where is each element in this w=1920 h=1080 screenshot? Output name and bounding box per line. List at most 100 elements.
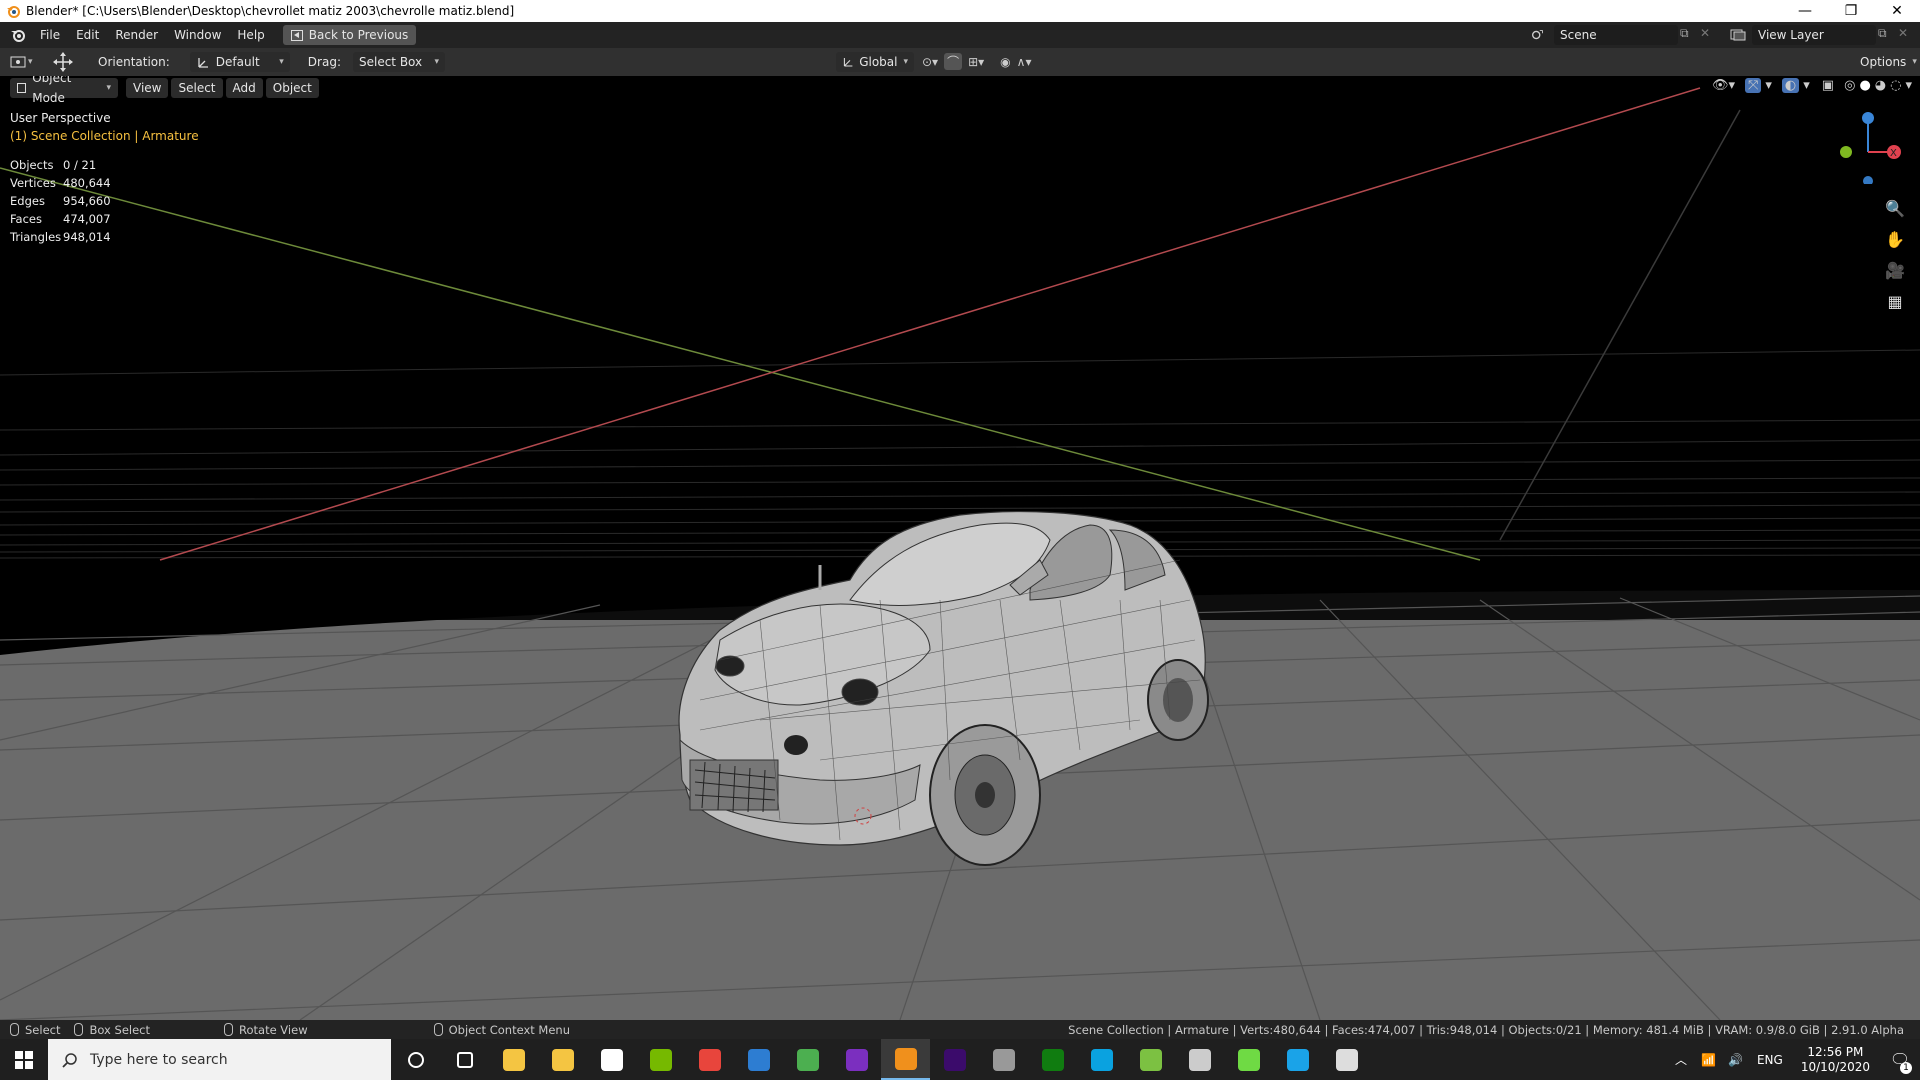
x-axis-line [159,87,1701,561]
viewport-menu-select[interactable]: Select [171,78,223,98]
view-layer-new-icon[interactable]: ⧉ [1878,26,1887,41]
perspective-grid-icon[interactable]: ▦ [1882,286,1908,317]
upwork-icon[interactable] [1224,1039,1273,1080]
solid-shading-icon[interactable]: ● [1859,78,1870,93]
scene-browse-icon[interactable] [1524,25,1546,45]
drag-mouse-icon [74,1023,84,1036]
back-to-previous-button[interactable]: Back to Previous [282,25,417,45]
rendered-shading-icon[interactable]: ◌ [1890,78,1901,93]
overlay-dropdown-icon[interactable]: ▾ [1803,78,1810,93]
system-tray: ︿ 📶 🔊 ENG 12:56 PM 10/10/2020 🗨 1 [1667,1039,1920,1080]
blender-menu-icon[interactable] [10,27,26,43]
pan-hand-icon[interactable]: ✋ [1882,224,1908,255]
viewport-menu-add[interactable]: Add [225,78,263,98]
game-icon[interactable] [979,1039,1028,1080]
navigation-gizmo[interactable]: X [1836,108,1908,184]
photos-icon[interactable] [783,1039,832,1080]
search-placeholder: Type here to search [90,1051,228,1068]
menu-edit[interactable]: Edit [68,24,107,46]
gizmo-toggle-icon[interactable]: ⤧ [1744,78,1762,93]
viewport-scene [0,87,1920,1020]
active-collection: (1) Scene Collection | Armature [10,129,199,143]
cortana-icon[interactable] [391,1039,440,1080]
volume-icon[interactable]: 🔊 [1722,1053,1749,1067]
purple-app-icon[interactable] [832,1039,881,1080]
scene-selector[interactable]: Scene [1554,25,1678,45]
falloff-icon[interactable]: ∧▾ [1017,55,1032,69]
zoom-icon[interactable]: 🔍 [1882,193,1908,224]
orientation-dropdown[interactable]: Default ▾ [189,52,290,72]
xbox-icon[interactable] [1028,1039,1077,1080]
window-title-bar: Blender* [C:\Users\Blender\Desktop\chevr… [0,0,1920,22]
epic-games-icon[interactable] [1322,1039,1371,1080]
back-to-previous-label: Back to Previous [308,28,409,42]
drag-dropdown[interactable]: Select Box ▾ [352,52,445,72]
y-axis-icon[interactable] [1840,146,1852,158]
start-button[interactable] [0,1039,48,1080]
options-dropdown[interactable]: Options ▾ [1854,52,1917,72]
edge-icon[interactable] [1273,1039,1322,1080]
store-icon[interactable] [538,1039,587,1080]
y-axis-line [0,167,1481,561]
visibility-icon[interactable]: 👁▾ [1712,78,1735,93]
mail-icon[interactable] [587,1039,636,1080]
material-shading-icon[interactable]: ◕ [1875,78,1886,93]
notification-center-button[interactable]: 🗨 1 [1880,1039,1920,1080]
nvidia-icon[interactable] [636,1039,685,1080]
menu-render[interactable]: Render [107,24,166,46]
view-layer-selector[interactable]: View Layer [1752,25,1876,45]
gizmo-dropdown-icon[interactable]: ▾ [1765,78,1772,93]
proportional-edit-icon[interactable]: ◉ [1000,55,1010,69]
premiere-icon[interactable] [930,1039,979,1080]
windows-logo-icon [15,1050,33,1069]
3d-viewport[interactable]: Object Mode ▾ View Select Add Object 👁▾ … [0,76,1920,1020]
taskbar-clock[interactable]: 12:56 PM 10/10/2020 [1791,1045,1880,1075]
snap-icon[interactable]: ⌒ [944,53,963,70]
mode-dropdown[interactable]: Object Mode ▾ [10,76,118,105]
minimize-button[interactable]: — [1782,0,1828,22]
task-view-icon[interactable] [440,1039,489,1080]
snap-target-icon[interactable]: ⊞▾ [968,55,984,69]
scene-new-icon[interactable]: ⧉ [1680,26,1689,41]
menu-help[interactable]: Help [229,24,272,46]
wireframe-shading-icon[interactable]: ◎ [1844,78,1855,93]
camera-view-icon[interactable]: 🎥 [1882,255,1908,286]
calculator-icon[interactable] [1175,1039,1224,1080]
viewport-menu-view[interactable]: View [126,78,169,98]
chrome-icon[interactable] [685,1039,734,1080]
close-button[interactable]: ✕ [1874,0,1920,22]
move-tool-icon[interactable] [52,51,74,73]
green-app-icon[interactable] [1126,1039,1175,1080]
taskbar-search-box[interactable]: Type here to search [48,1039,391,1080]
pivot-point-icon[interactable]: ⊙▾ [922,55,938,69]
shading-dropdown-icon[interactable]: ▾ [1905,78,1912,93]
viewport-menu-object[interactable]: Object [265,78,319,98]
scene-close-icon[interactable]: ✕ [1700,26,1710,40]
status-box-select-hint: Box Select [74,1023,150,1037]
editor-type-selector[interactable]: ▾ [10,55,40,69]
stat-row: Vertices 480,644 [10,176,111,190]
menu-window[interactable]: Window [166,24,229,46]
transform-orientation-value: Global [859,55,898,69]
menu-file[interactable]: File [32,24,68,46]
scene-name: Scene [1560,28,1597,42]
overlay-toggle-icon[interactable]: ◐ [1781,78,1800,93]
blender-icon[interactable] [881,1039,930,1080]
status-rotate-hint: Rotate View [224,1023,308,1037]
language-indicator[interactable]: ENG [1749,1053,1791,1067]
skype-icon[interactable] [1077,1039,1126,1080]
view-layer-close-icon[interactable]: ✕ [1898,26,1908,40]
tray-expand-icon[interactable]: ︿ [1667,1051,1695,1068]
status-context-hint: Object Context Menu [433,1023,570,1037]
transform-orientation-dropdown[interactable]: Global ▾ [836,52,914,72]
calculator-app-icon[interactable] [734,1039,783,1080]
object-mode-icon [17,83,27,93]
network-icon[interactable]: 📶 [1695,1053,1722,1067]
z-axis-icon[interactable] [1862,112,1874,124]
file-explorer-icon[interactable] [489,1039,538,1080]
restore-button[interactable]: ❐ [1828,0,1874,22]
xray-icon[interactable]: ▣ [1822,78,1834,93]
view-layer-browse-icon[interactable] [1724,25,1746,45]
view-layer-name: View Layer [1758,28,1824,42]
stat-row: Faces 474,007 [10,212,111,226]
